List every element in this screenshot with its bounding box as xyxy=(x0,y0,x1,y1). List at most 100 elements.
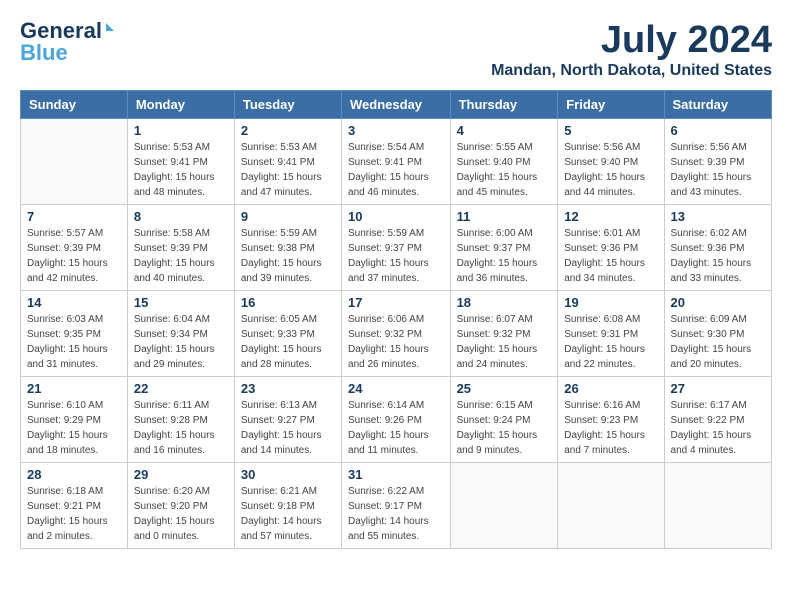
weekday-header: Wednesday xyxy=(342,90,451,118)
day-number: 3 xyxy=(348,123,444,138)
day-info: Sunrise: 5:58 AMSunset: 9:39 PMDaylight:… xyxy=(134,226,228,286)
calendar-week-row: 7 Sunrise: 5:57 AMSunset: 9:39 PMDaylight… xyxy=(21,204,772,290)
calendar-week-row: 21 Sunrise: 6:10 AMSunset: 9:29 PMDayligh… xyxy=(21,376,772,462)
calendar-cell: 15 Sunrise: 6:04 AMSunset: 9:34 PMDayligh… xyxy=(127,290,234,376)
calendar-cell: 21 Sunrise: 6:10 AMSunset: 9:29 PMDayligh… xyxy=(21,376,128,462)
day-number: 27 xyxy=(671,381,765,396)
calendar-cell: 10Sunrise: 5:59 AMSunset: 9:37 PMDayligh… xyxy=(342,204,451,290)
day-info: Sunrise: 6:08 AMSunset: 9:31 PMDaylight:… xyxy=(564,312,657,372)
calendar-cell xyxy=(558,462,664,548)
day-number: 12 xyxy=(564,209,657,224)
calendar-week-row: 1 Sunrise: 5:53 AMSunset: 9:41 PMDaylight… xyxy=(21,118,772,204)
day-number: 14 xyxy=(27,295,121,310)
calendar-week-row: 28Sunrise: 6:18 AMSunset: 9:21 PMDayligh… xyxy=(21,462,772,548)
day-number: 16 xyxy=(241,295,335,310)
page-title: July 2024 xyxy=(491,20,772,62)
day-info: Sunrise: 6:11 AMSunset: 9:28 PMDaylight:… xyxy=(134,398,228,458)
calendar-cell: 16 Sunrise: 6:05 AMSunset: 9:33 PMDayligh… xyxy=(234,290,341,376)
logo: General Blue xyxy=(20,20,114,64)
calendar-cell: 11Sunrise: 6:00 AMSunset: 9:37 PMDayligh… xyxy=(450,204,558,290)
calendar-cell: 17Sunrise: 6:06 AMSunset: 9:32 PMDayligh… xyxy=(342,290,451,376)
day-info: Sunrise: 5:55 AMSunset: 9:40 PMDaylight:… xyxy=(457,140,552,200)
day-number: 9 xyxy=(241,209,335,224)
day-number: 20 xyxy=(671,295,765,310)
day-info: Sunrise: 6:16 AMSunset: 9:23 PMDaylight:… xyxy=(564,398,657,458)
calendar-table: SundayMondayTuesdayWednesdayThursdayFrid… xyxy=(20,90,772,549)
calendar-cell: 2 Sunrise: 5:53 AMSunset: 9:41 PMDaylight… xyxy=(234,118,341,204)
calendar-cell: 20 Sunrise: 6:09 AMSunset: 9:30 PMDayligh… xyxy=(664,290,771,376)
day-info: Sunrise: 5:53 AMSunset: 9:41 PMDaylight:… xyxy=(241,140,335,200)
day-number: 24 xyxy=(348,381,444,396)
calendar-cell: 14Sunrise: 6:03 AMSunset: 9:35 PMDayligh… xyxy=(21,290,128,376)
calendar-cell: 1 Sunrise: 5:53 AMSunset: 9:41 PMDaylight… xyxy=(127,118,234,204)
day-info: Sunrise: 6:17 AMSunset: 9:22 PMDaylight:… xyxy=(671,398,765,458)
calendar-cell: 31Sunrise: 6:22 AMSunset: 9:17 PMDayligh… xyxy=(342,462,451,548)
day-number: 30 xyxy=(241,467,335,482)
calendar-cell: 13 Sunrise: 6:02 AMSunset: 9:36 PMDayligh… xyxy=(664,204,771,290)
day-info: Sunrise: 6:05 AMSunset: 9:33 PMDaylight:… xyxy=(241,312,335,372)
day-number: 8 xyxy=(134,209,228,224)
day-number: 26 xyxy=(564,381,657,396)
calendar-cell: 27 Sunrise: 6:17 AMSunset: 9:22 PMDayligh… xyxy=(664,376,771,462)
day-info: Sunrise: 5:57 AMSunset: 9:39 PMDaylight:… xyxy=(27,226,121,286)
calendar-cell: 12 Sunrise: 6:01 AMSunset: 9:36 PMDayligh… xyxy=(558,204,664,290)
calendar-cell: 30 Sunrise: 6:21 AMSunset: 9:18 PMDayligh… xyxy=(234,462,341,548)
day-info: Sunrise: 6:04 AMSunset: 9:34 PMDaylight:… xyxy=(134,312,228,372)
day-info: Sunrise: 5:53 AMSunset: 9:41 PMDaylight:… xyxy=(134,140,228,200)
calendar-cell xyxy=(450,462,558,548)
title-area: July 2024 Mandan, North Dakota, United S… xyxy=(491,20,772,80)
day-info: Sunrise: 6:01 AMSunset: 9:36 PMDaylight:… xyxy=(564,226,657,286)
weekday-header: Monday xyxy=(127,90,234,118)
calendar-cell: 23 Sunrise: 6:13 AMSunset: 9:27 PMDayligh… xyxy=(234,376,341,462)
day-number: 31 xyxy=(348,467,444,482)
day-number: 25 xyxy=(457,381,552,396)
day-info: Sunrise: 6:21 AMSunset: 9:18 PMDaylight:… xyxy=(241,484,335,544)
day-info: Sunrise: 5:56 AMSunset: 9:39 PMDaylight:… xyxy=(671,140,765,200)
calendar-header-row: SundayMondayTuesdayWednesdayThursdayFrid… xyxy=(21,90,772,118)
day-info: Sunrise: 6:14 AMSunset: 9:26 PMDaylight:… xyxy=(348,398,444,458)
calendar-cell: 4Sunrise: 5:55 AMSunset: 9:40 PMDaylight… xyxy=(450,118,558,204)
calendar-cell: 18Sunrise: 6:07 AMSunset: 9:32 PMDayligh… xyxy=(450,290,558,376)
logo-general: General xyxy=(20,20,102,42)
calendar-week-row: 14Sunrise: 6:03 AMSunset: 9:35 PMDayligh… xyxy=(21,290,772,376)
day-number: 29 xyxy=(134,467,228,482)
day-number: 21 xyxy=(27,381,121,396)
day-info: Sunrise: 6:20 AMSunset: 9:20 PMDaylight:… xyxy=(134,484,228,544)
day-number: 1 xyxy=(134,123,228,138)
weekday-header: Thursday xyxy=(450,90,558,118)
day-info: Sunrise: 6:15 AMSunset: 9:24 PMDaylight:… xyxy=(457,398,552,458)
calendar-cell: 28Sunrise: 6:18 AMSunset: 9:21 PMDayligh… xyxy=(21,462,128,548)
day-info: Sunrise: 5:56 AMSunset: 9:40 PMDaylight:… xyxy=(564,140,657,200)
day-number: 13 xyxy=(671,209,765,224)
day-number: 18 xyxy=(457,295,552,310)
calendar-cell: 19Sunrise: 6:08 AMSunset: 9:31 PMDayligh… xyxy=(558,290,664,376)
day-number: 5 xyxy=(564,123,657,138)
day-number: 11 xyxy=(457,209,552,224)
calendar-cell: 9Sunrise: 5:59 AMSunset: 9:38 PMDaylight… xyxy=(234,204,341,290)
calendar-cell: 8 Sunrise: 5:58 AMSunset: 9:39 PMDaylight… xyxy=(127,204,234,290)
calendar-cell: 6 Sunrise: 5:56 AMSunset: 9:39 PMDaylight… xyxy=(664,118,771,204)
calendar-cell: 24 Sunrise: 6:14 AMSunset: 9:26 PMDayligh… xyxy=(342,376,451,462)
calendar-cell: 25 Sunrise: 6:15 AMSunset: 9:24 PMDayligh… xyxy=(450,376,558,462)
day-info: Sunrise: 5:54 AMSunset: 9:41 PMDaylight:… xyxy=(348,140,444,200)
day-number: 2 xyxy=(241,123,335,138)
day-number: 6 xyxy=(671,123,765,138)
calendar-cell: 26 Sunrise: 6:16 AMSunset: 9:23 PMDayligh… xyxy=(558,376,664,462)
day-info: Sunrise: 5:59 AMSunset: 9:37 PMDaylight:… xyxy=(348,226,444,286)
weekday-header: Friday xyxy=(558,90,664,118)
day-info: Sunrise: 6:10 AMSunset: 9:29 PMDaylight:… xyxy=(27,398,121,458)
page-subtitle: Mandan, North Dakota, United States xyxy=(491,62,772,80)
day-number: 23 xyxy=(241,381,335,396)
day-number: 17 xyxy=(348,295,444,310)
day-info: Sunrise: 6:13 AMSunset: 9:27 PMDaylight:… xyxy=(241,398,335,458)
day-number: 22 xyxy=(134,381,228,396)
day-number: 7 xyxy=(27,209,121,224)
weekday-header: Tuesday xyxy=(234,90,341,118)
weekday-header: Saturday xyxy=(664,90,771,118)
calendar-cell: 29 Sunrise: 6:20 AMSunset: 9:20 PMDayligh… xyxy=(127,462,234,548)
day-number: 28 xyxy=(27,467,121,482)
day-info: Sunrise: 6:09 AMSunset: 9:30 PMDaylight:… xyxy=(671,312,765,372)
day-info: Sunrise: 6:02 AMSunset: 9:36 PMDaylight:… xyxy=(671,226,765,286)
logo-blue: Blue xyxy=(20,42,68,64)
day-number: 15 xyxy=(134,295,228,310)
